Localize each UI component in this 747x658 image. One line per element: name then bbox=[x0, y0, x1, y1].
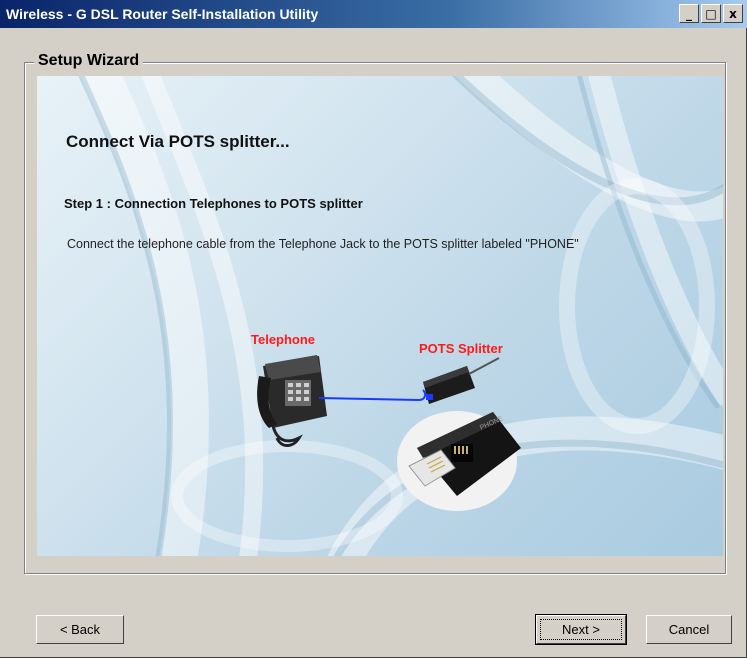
close-icon: x bbox=[729, 6, 737, 21]
next-button[interactable]: Next > bbox=[535, 614, 627, 645]
setup-wizard-label: Setup Wizard bbox=[34, 52, 144, 70]
pots-splitter-icon bbox=[423, 357, 500, 404]
minimize-button[interactable]: _ bbox=[679, 4, 699, 23]
window-title: Wireless - G DSL Router Self-Installatio… bbox=[6, 6, 319, 22]
back-button[interactable]: < Back bbox=[36, 615, 124, 644]
back-button-label: < Back bbox=[59, 622, 101, 637]
minimize-icon: _ bbox=[686, 6, 692, 21]
close-button[interactable]: x bbox=[723, 4, 743, 23]
title-bar[interactable]: Wireless - G DSL Router Self-Installatio… bbox=[0, 0, 747, 28]
window-controls: _ □ x bbox=[679, 4, 743, 23]
connection-diagram: PHONE bbox=[257, 355, 521, 511]
focus-indicator bbox=[540, 619, 622, 640]
phone-jack-closeup-image: PHONE bbox=[397, 411, 521, 511]
cancel-button-label: Cancel bbox=[668, 622, 710, 637]
wizard-content-panel: Connect Via POTS splitter... Step 1 : Co… bbox=[37, 76, 723, 556]
telephone-icon bbox=[257, 355, 327, 447]
installer-window: Wireless - G DSL Router Self-Installatio… bbox=[0, 0, 747, 658]
maximize-icon: □ bbox=[705, 6, 717, 21]
connection-cable bbox=[318, 389, 427, 402]
maximize-button[interactable]: □ bbox=[701, 4, 721, 23]
cancel-button[interactable]: Cancel bbox=[646, 615, 732, 644]
